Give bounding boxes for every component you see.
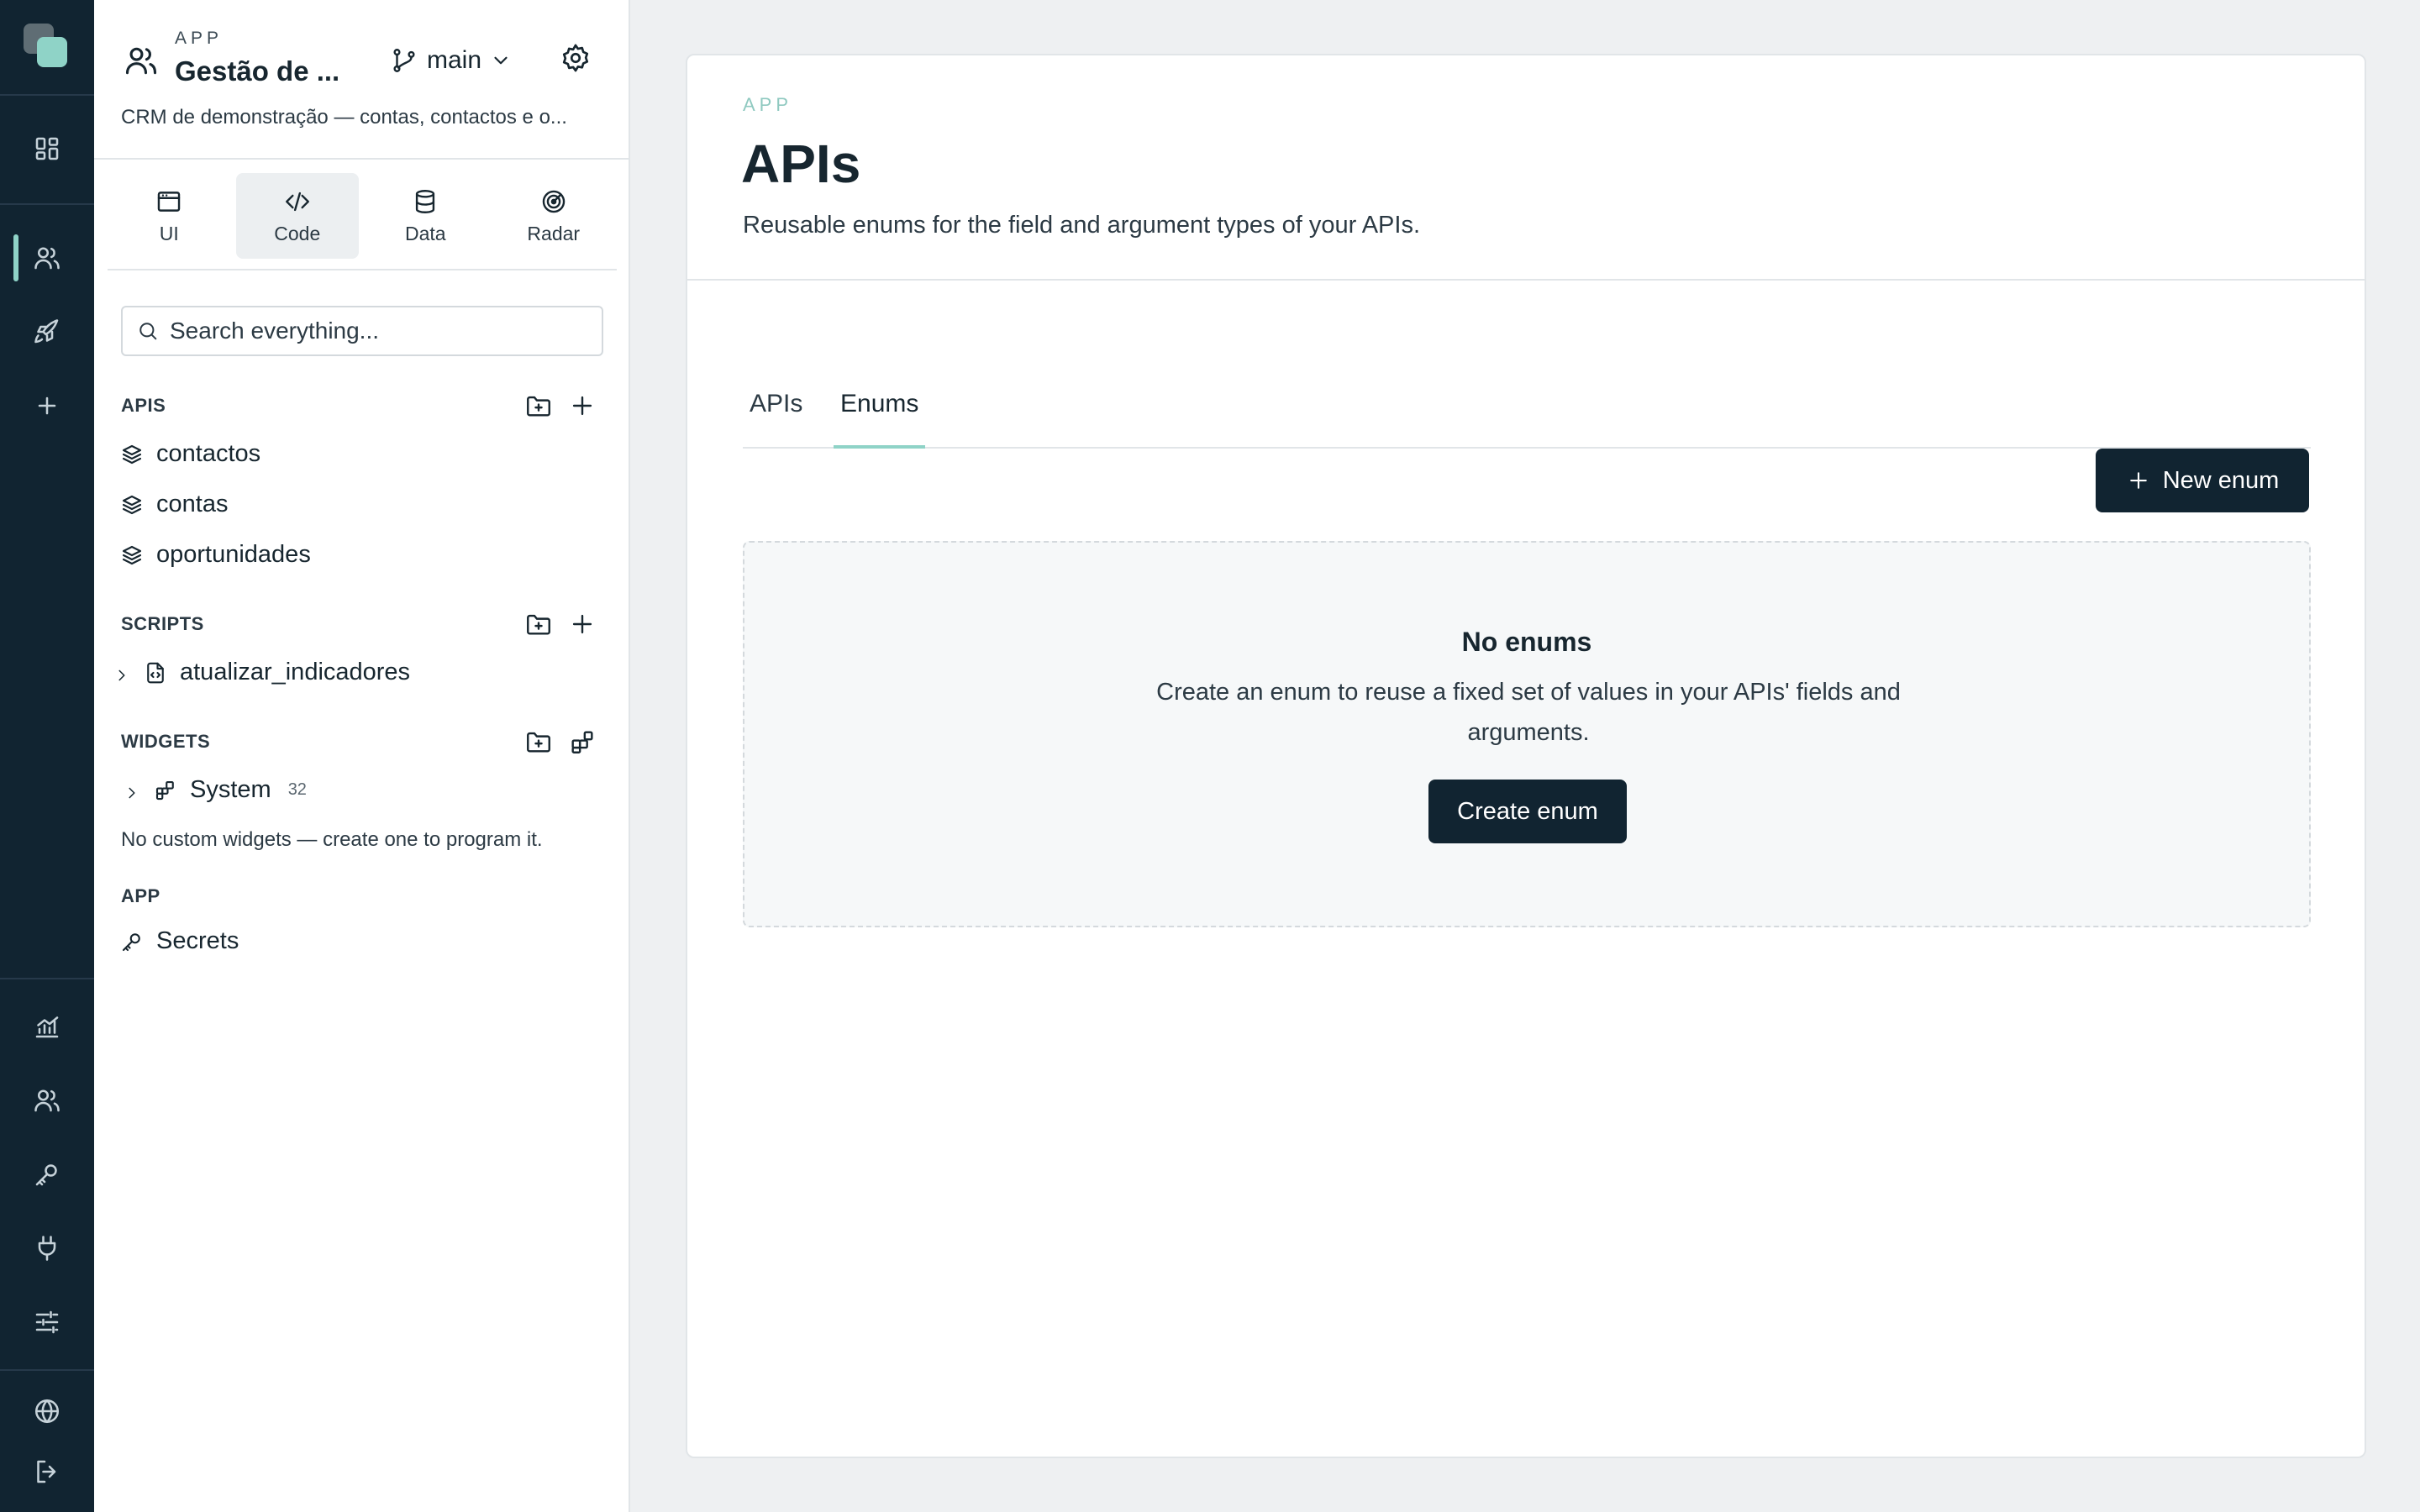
divider [687, 279, 2365, 281]
list-item[interactable]: System 32 [123, 776, 307, 804]
divider [94, 158, 629, 160]
content-tabs: APIs Enums [743, 373, 2311, 449]
plug-icon[interactable] [0, 1221, 94, 1275]
plus-icon [2126, 468, 2151, 493]
chevron-down-icon [490, 50, 512, 71]
create-enum-label: Create enum [1457, 797, 1598, 825]
globe-icon[interactable] [0, 1384, 94, 1438]
search-box[interactable] [121, 306, 603, 356]
rocket-icon[interactable] [0, 305, 94, 359]
chevron-right-icon[interactable] [113, 664, 131, 682]
tab-data[interactable]: Data [364, 173, 487, 259]
add-widget-icon[interactable] [568, 727, 597, 756]
git-branch-icon [390, 46, 418, 75]
widget-count-badge: 32 [287, 780, 307, 799]
database-icon [411, 187, 439, 216]
app-title: Gestão de ... [175, 55, 340, 87]
code-icon [283, 187, 312, 216]
settings-gear-icon[interactable] [560, 42, 592, 74]
layers-icon [119, 492, 145, 517]
add-api-plus-icon[interactable] [568, 391, 597, 420]
tab-data-label: Data [404, 222, 446, 244]
rail-divider [0, 1369, 94, 1371]
empty-state-title: No enums [1461, 627, 1592, 657]
app-item-label: Secrets [156, 927, 239, 954]
key-icon[interactable] [0, 1147, 94, 1201]
page-subtitle: Reusable enums for the field and argumen… [743, 212, 1421, 239]
app-kicker: APP [175, 29, 224, 48]
app-description: CRM de demonstração — contas, contactos … [121, 106, 567, 129]
radar-icon [539, 187, 568, 216]
api-item-label: contas [156, 491, 229, 517]
window-icon [155, 187, 183, 216]
layers-icon [119, 442, 145, 467]
list-item[interactable]: Secrets [119, 927, 239, 955]
main-card: APP APIs Reusable enums for the field an… [686, 54, 2366, 1458]
new-folder-icon[interactable] [524, 610, 553, 638]
page-title: APIs [741, 134, 861, 194]
list-item[interactable]: atualizar_indicadores [113, 659, 410, 686]
tab-radar[interactable]: Radar [492, 173, 616, 259]
rail-divider [0, 978, 94, 979]
search-icon [136, 319, 160, 343]
script-file-icon [143, 660, 168, 685]
tab-apis[interactable]: APIs [743, 366, 809, 442]
list-item[interactable]: contas [119, 491, 228, 518]
tab-enums[interactable]: Enums [834, 366, 926, 449]
dashboard-icon[interactable] [0, 122, 94, 176]
new-folder-icon[interactable] [524, 391, 553, 420]
plus-icon[interactable] [0, 379, 94, 433]
divider [108, 269, 617, 270]
analytics-icon[interactable] [0, 1000, 94, 1053]
section-heading-app: APP [121, 885, 160, 906]
tab-code-label: Code [274, 222, 321, 244]
new-enum-label: New enum [2162, 466, 2280, 494]
users-icon [123, 42, 160, 79]
new-folder-icon[interactable] [524, 727, 553, 756]
tab-code[interactable]: Code [235, 173, 359, 259]
search-input[interactable] [170, 318, 590, 344]
active-tab-indicator [834, 445, 926, 449]
sidebar-panel: APP Gestão de ... main CRM de demonstraç… [94, 0, 630, 1512]
key-icon [119, 929, 145, 954]
team-icon[interactable] [0, 1074, 94, 1127]
section-heading-widgets: WIDGETS [121, 731, 211, 752]
chevron-right-icon[interactable] [123, 781, 141, 800]
sliders-icon[interactable] [0, 1295, 94, 1349]
branch-selector[interactable]: main [390, 42, 512, 79]
tab-ui-label: UI [159, 222, 179, 244]
api-item-label: oportunidades [156, 541, 311, 568]
add-script-plus-icon[interactable] [568, 610, 597, 638]
empty-state-description: Create an enum to reuse a fixed set of v… [1156, 679, 1901, 746]
widgets-icon [153, 778, 178, 803]
rail-divider [0, 203, 94, 205]
layers-icon [119, 543, 145, 568]
mode-tabs: UI Code Data Radar [108, 173, 615, 259]
branch-label: main [427, 46, 482, 74]
tab-ui[interactable]: UI [108, 173, 231, 259]
api-item-label: contactos [156, 440, 261, 467]
empty-state: No enums Create an enum to reuse a fixed… [743, 541, 2311, 927]
section-heading-scripts: SCRIPTS [121, 613, 204, 634]
new-enum-button[interactable]: New enum [2096, 449, 2309, 512]
tab-enums-label: Enums [840, 390, 919, 417]
widgets-empty-note: No custom widgets — create one to progra… [121, 828, 543, 851]
tab-apis-label: APIs [750, 390, 803, 417]
left-rail [0, 0, 94, 1512]
widget-item-label: System [190, 776, 271, 803]
page-kicker: APP [743, 94, 793, 115]
tab-radar-label: Radar [527, 222, 581, 244]
logout-icon[interactable] [0, 1445, 94, 1499]
script-item-label: atualizar_indicadores [180, 659, 411, 685]
rail-divider [0, 94, 94, 96]
app-logo[interactable] [24, 24, 71, 71]
users-icon[interactable] [0, 231, 94, 285]
list-item[interactable]: contactos [119, 440, 260, 468]
list-item[interactable]: oportunidades [119, 541, 311, 569]
create-enum-button[interactable]: Create enum [1428, 780, 1627, 843]
section-heading-apis: APIS [121, 395, 166, 416]
